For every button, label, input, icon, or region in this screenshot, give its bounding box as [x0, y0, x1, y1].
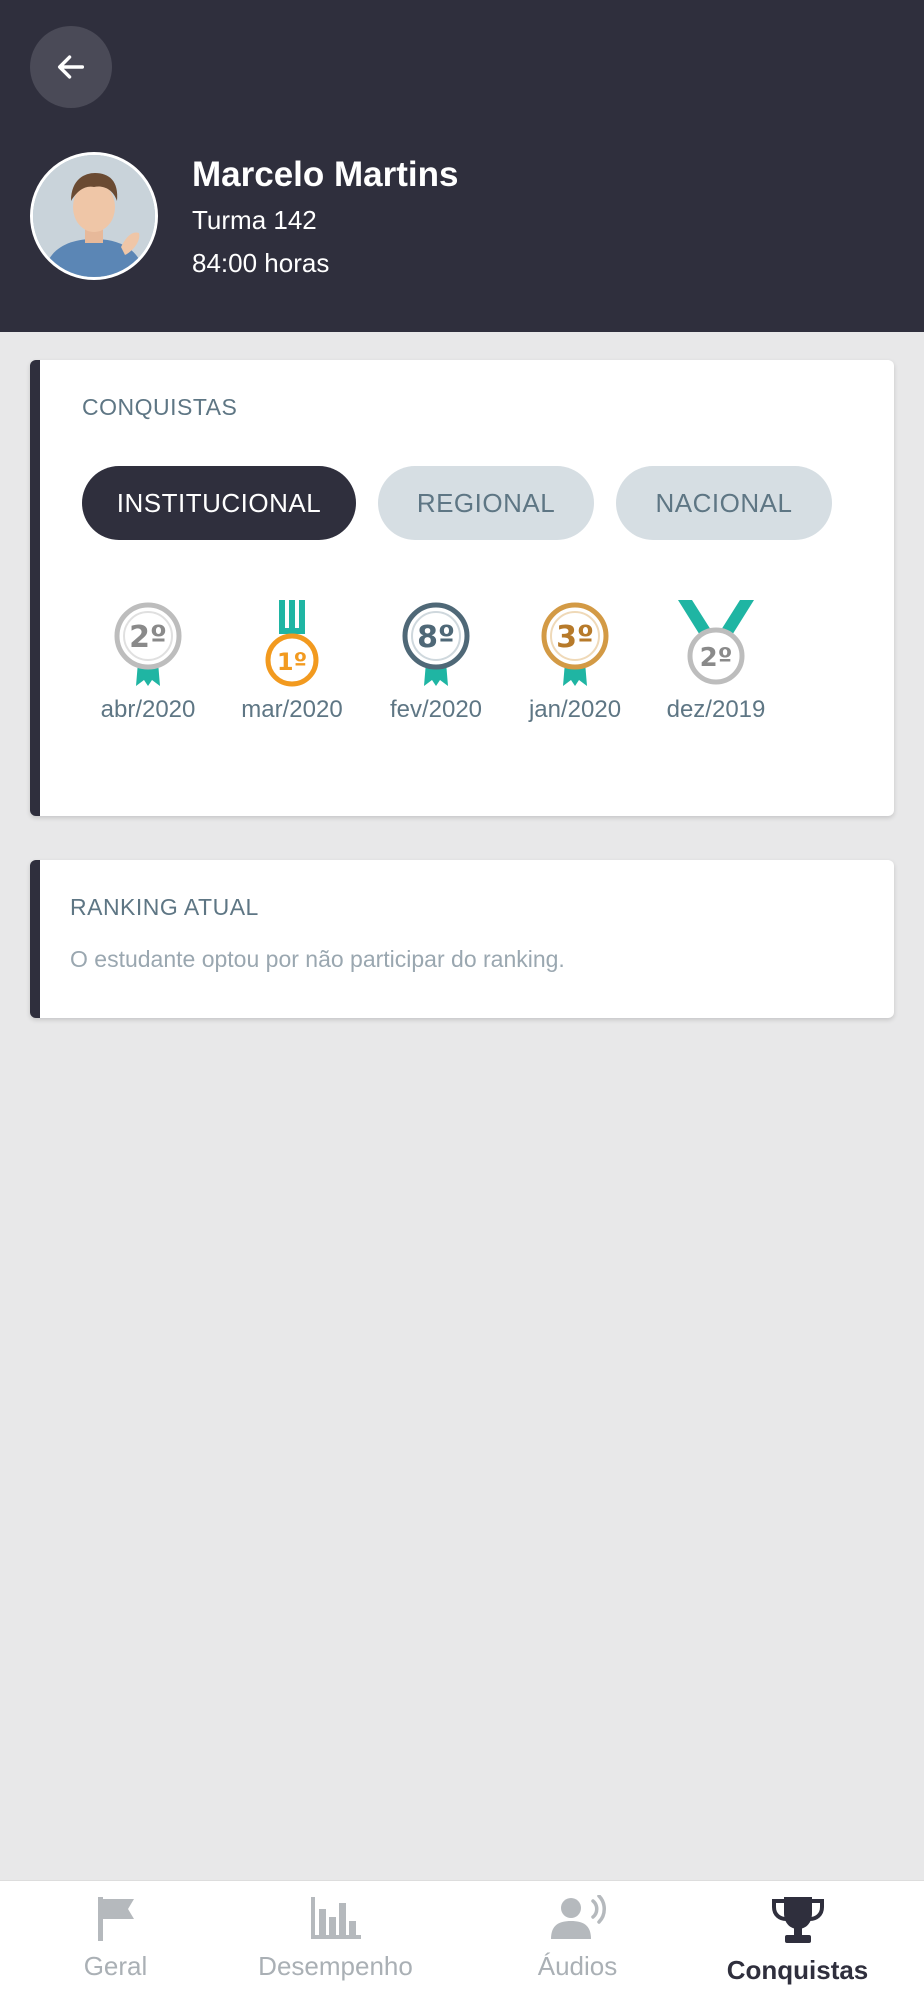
nav-label: Geral [83, 1951, 148, 1981]
flag-icon [97, 1897, 134, 1941]
svg-text:1º: 1º [277, 648, 307, 676]
speaker-person-icon [550, 1895, 606, 1939]
medal-item[interactable]: 2º abr/2020 [83, 600, 213, 724]
ranking-card: RANKING ATUAL O estudante optou por não … [30, 860, 894, 1018]
nav-label: Conquistas [726, 1955, 869, 1985]
achievements-title: CONQUISTAS [82, 394, 238, 420]
medal-date: dez/2019 [666, 696, 766, 723]
nav-item-conquistas[interactable]: Conquistas [682, 1881, 913, 2000]
medal-date: fev/2020 [389, 696, 483, 723]
svg-text:2º: 2º [700, 643, 733, 673]
ranking-title: RANKING ATUAL [70, 894, 259, 920]
nav-item-audios[interactable]: Áudios [462, 1881, 693, 2000]
nav-item-geral[interactable]: Geral [0, 1881, 231, 2000]
bottom-nav: Geral Desempenho Áudios Conquistas [0, 1880, 924, 2000]
avatar [30, 152, 158, 280]
svg-text:8º: 8º [417, 620, 455, 655]
medal-item[interactable]: 1º mar/2020 [227, 600, 357, 724]
medal-icon: 2º [114, 602, 182, 686]
user-class: Turma 142 [192, 205, 317, 235]
nav-label: Desempenho [258, 1951, 413, 1981]
user-hours: 84:00 horas [192, 248, 330, 278]
tab-regional[interactable]: REGIONAL [378, 466, 594, 540]
svg-text:2º: 2º [129, 620, 167, 655]
back-button[interactable] [30, 26, 112, 108]
nav-item-desempenho[interactable]: Desempenho [220, 1881, 451, 2000]
medal-item[interactable]: 3º jan/2020 [510, 600, 640, 724]
medal-icon: 3º [541, 602, 609, 686]
bar-chart-icon [310, 1897, 361, 1939]
achievements-card: CONQUISTAS INSTITUCIONAL REGIONAL NACION… [30, 360, 894, 816]
trophy-icon [771, 1897, 824, 1943]
arrow-left-icon [57, 55, 85, 79]
medal-item[interactable]: 8º fev/2020 [371, 600, 501, 724]
tab-institucional[interactable]: INSTITUCIONAL [82, 466, 356, 540]
tab-nacional[interactable]: NACIONAL [616, 466, 832, 540]
medal-icon: 8º [402, 602, 470, 686]
medal-icon: 2º [678, 600, 754, 685]
user-name: Marcelo Martins [192, 155, 459, 194]
profile-header: Marcelo Martins Turma 142 84:00 horas [0, 0, 924, 332]
medal-item[interactable]: 2º dez/2019 [651, 600, 781, 724]
medal-date: abr/2020 [100, 696, 196, 723]
nav-label: Áudios [537, 1951, 618, 1981]
medal-date: jan/2020 [528, 696, 622, 723]
svg-text:3º: 3º [556, 620, 594, 655]
ranking-message: O estudante optou por não participar do … [70, 946, 565, 972]
medal-icon: 1º [265, 600, 319, 687]
medal-date: mar/2020 [241, 696, 343, 723]
